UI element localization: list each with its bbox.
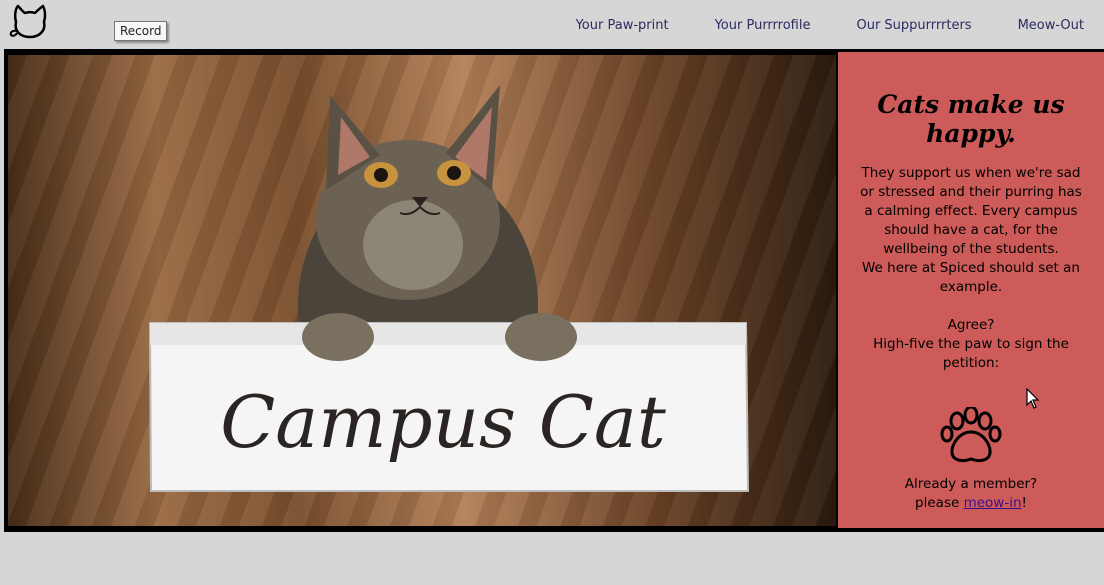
- cat-logo-icon[interactable]: [8, 4, 52, 40]
- record-tooltip: Record: [114, 21, 168, 41]
- member-question: Already a member?: [904, 476, 1038, 492]
- paw-print-icon[interactable]: [939, 407, 1003, 465]
- nav-link-supporters[interactable]: Our Suppurrrrters: [856, 18, 971, 33]
- top-bar: Record Your Paw-print Your Purrrrofile O…: [0, 0, 1104, 50]
- petition-sidebar: Cats make us happy. They support us when…: [838, 52, 1104, 528]
- cat-hero-image: Campus Cat: [8, 55, 836, 526]
- main-panel: Campus Cat Cats make us happy. They supp…: [4, 52, 1104, 532]
- sidebar-description: They support us when we're sad or stress…: [860, 165, 1082, 371]
- nav-link-paw-print[interactable]: Your Paw-print: [576, 18, 669, 33]
- agree-text: Agree?: [947, 317, 995, 333]
- login-prompt: Already a member? please meow-in!: [904, 476, 1038, 511]
- main-nav: Your Paw-print Your Purrrrofile Our Supp…: [576, 18, 1084, 33]
- cat-photo-illustration: Campus Cat: [148, 85, 750, 492]
- mouse-pointer-icon: [1026, 388, 1040, 409]
- nav-link-logout[interactable]: Meow-Out: [1018, 18, 1084, 33]
- nav-link-profile[interactable]: Your Purrrrofile: [715, 18, 811, 33]
- login-link[interactable]: meow-in: [964, 495, 1022, 511]
- sidebar-heading: Cats make us happy.: [877, 90, 1065, 148]
- sign-text: Campus Cat: [220, 380, 667, 464]
